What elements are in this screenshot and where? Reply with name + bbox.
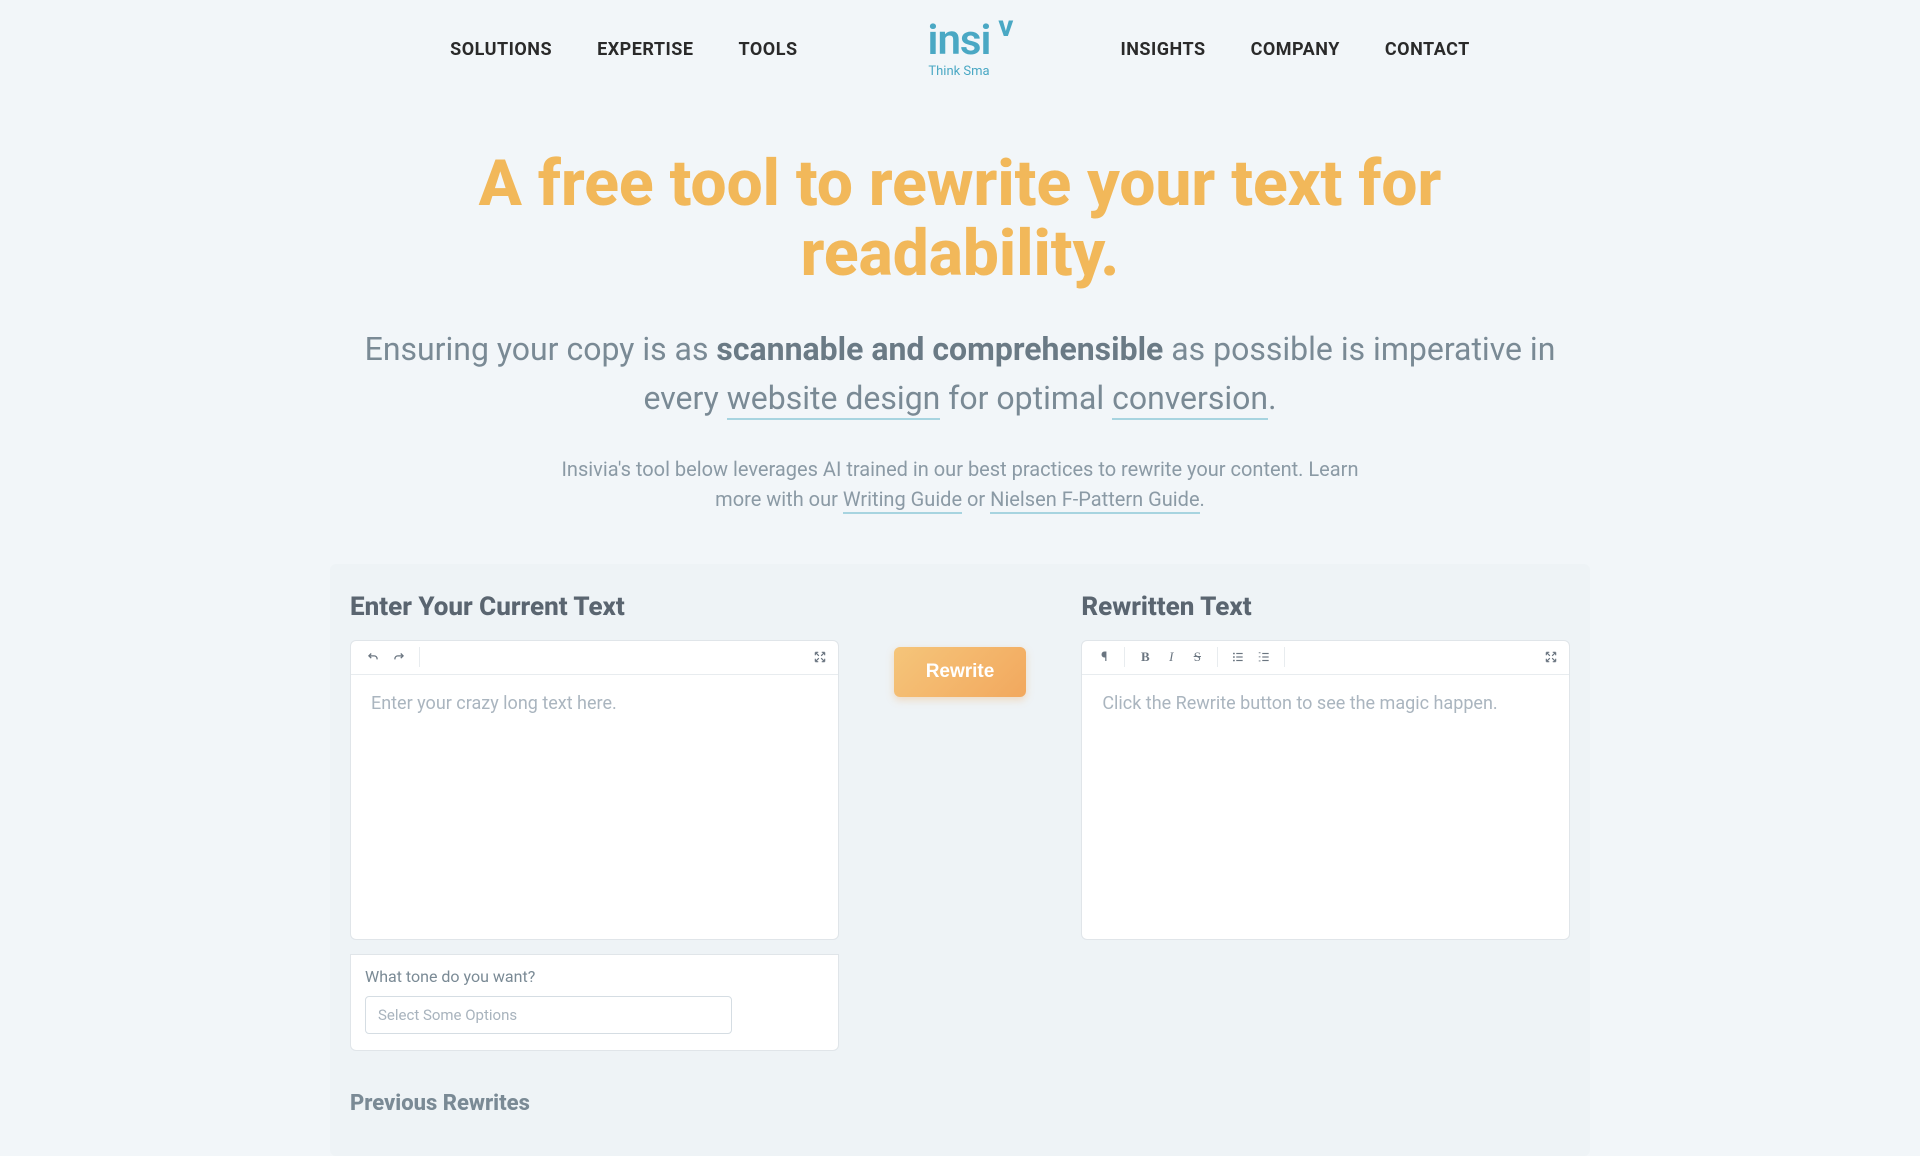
input-column: Enter Your Current Text [350, 592, 839, 1051]
nav-insights[interactable]: INSIGHTS [1120, 39, 1205, 60]
nav-expertise[interactable]: EXPERTISE [597, 39, 693, 60]
logo-word: insi [928, 16, 991, 65]
paragraph-icon[interactable]: ¶ [1092, 645, 1116, 669]
numbered-list-icon[interactable] [1252, 645, 1276, 669]
rewrite-button[interactable]: Rewrite [894, 647, 1027, 697]
tone-select[interactable]: Select Some Options [365, 996, 732, 1034]
nav-contact[interactable]: CONTACT [1385, 39, 1470, 60]
page-title: A free tool to rewrite your text for rea… [350, 149, 1570, 290]
bullet-list-icon[interactable] [1226, 645, 1250, 669]
toolbar-separator [419, 647, 420, 667]
subtitle-bold: scannable and comprehensible [716, 330, 1163, 368]
undo-icon[interactable] [361, 645, 385, 669]
nav-right-group: INSIGHTS COMPANY CONTACT [1120, 39, 1469, 60]
tone-label: What tone do you want? [365, 967, 824, 986]
redo-icon[interactable] [387, 645, 411, 669]
nav-tools[interactable]: TOOLS [738, 39, 797, 60]
logo-tagline: Think Sma [928, 64, 989, 79]
hero-description: Insivia's tool below leverages AI traine… [540, 454, 1380, 514]
center-column: Rewrite [894, 592, 1027, 697]
fullscreen-icon[interactable] [1539, 645, 1563, 669]
subtitle-text-pre: Ensuring your copy is as [365, 330, 717, 368]
fullscreen-icon[interactable] [808, 645, 832, 669]
subtitle-text-mid2: for optimal [940, 379, 1112, 417]
link-nielsen-guide[interactable]: Nielsen F-Pattern Guide [990, 487, 1199, 514]
toolbar-separator [1217, 647, 1218, 667]
nav-solutions[interactable]: SOLUTIONS [450, 39, 552, 60]
main-navbar: SOLUTIONS EXPERTISE TOOLS insiv Think Sm… [0, 0, 1920, 99]
input-toolbar [351, 641, 838, 675]
description-text-end: . [1200, 487, 1205, 511]
output-column: Rewritten Text ¶ B I S [1081, 592, 1570, 940]
strikethrough-icon[interactable]: S [1185, 645, 1209, 669]
tool-container: Enter Your Current Text [330, 564, 1590, 1156]
hero-subtitle: Ensuring your copy is as scannable and c… [350, 325, 1570, 424]
input-textarea[interactable]: Enter your crazy long text here. [351, 675, 838, 939]
subtitle-text-end: . [1268, 379, 1276, 417]
output-section-title: Rewritten Text [1081, 592, 1570, 622]
description-text-mid: or [962, 487, 990, 511]
toolbar-separator [1124, 647, 1125, 667]
bold-icon[interactable]: B [1133, 645, 1157, 669]
input-section-title: Enter Your Current Text [350, 592, 839, 622]
logo-text: insiv [928, 20, 991, 62]
italic-icon[interactable]: I [1159, 645, 1183, 669]
output-toolbar: ¶ B I S [1082, 641, 1569, 675]
logo-superscript: v [998, 12, 1012, 42]
link-conversion[interactable]: conversion [1112, 379, 1268, 420]
nav-left-group: SOLUTIONS EXPERTISE TOOLS [450, 39, 797, 60]
hero-section: A free tool to rewrite your text for rea… [330, 149, 1590, 514]
previous-rewrites-title: Previous Rewrites [350, 1091, 1570, 1116]
input-editor: Enter your crazy long text here. [350, 640, 839, 940]
link-writing-guide[interactable]: Writing Guide [843, 487, 962, 514]
toolbar-separator [1284, 647, 1285, 667]
tone-box: What tone do you want? Select Some Optio… [350, 954, 839, 1051]
nav-company[interactable]: COMPANY [1251, 39, 1340, 60]
output-editor: ¶ B I S [1081, 640, 1570, 940]
link-website-design[interactable]: website design [727, 379, 941, 420]
logo[interactable]: insiv Think Sma [928, 20, 991, 79]
output-textarea[interactable]: Click the Rewrite button to see the magi… [1082, 675, 1569, 939]
tool-row: Enter Your Current Text [350, 592, 1570, 1051]
